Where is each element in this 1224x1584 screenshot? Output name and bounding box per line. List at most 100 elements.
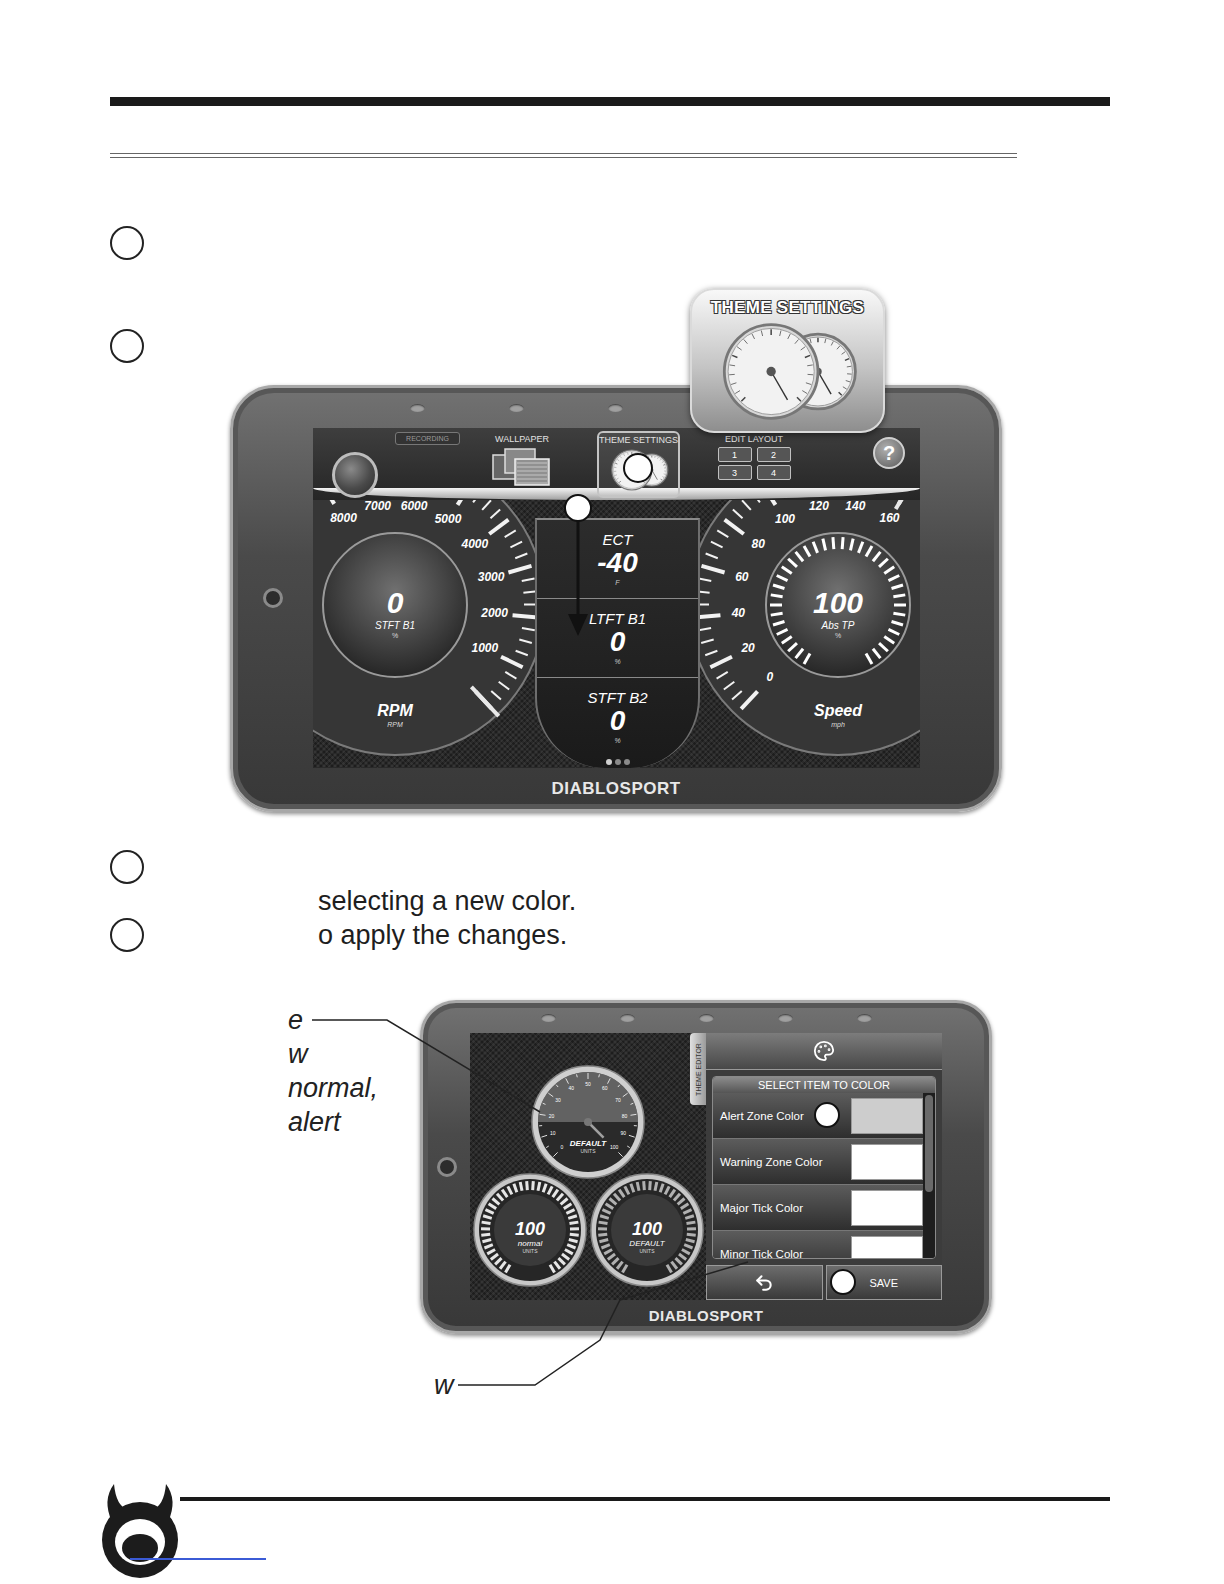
gauge-title-unit: RPM <box>387 721 403 728</box>
edit-layout-button[interactable]: EDIT LAYOUT1234 <box>714 434 794 480</box>
ring-segment <box>513 1184 516 1192</box>
save-button[interactable]: SAVE <box>826 1265 943 1300</box>
step-text: o apply the changes. <box>318 918 567 952</box>
swipe-arrow <box>577 521 580 620</box>
link-underline[interactable] <box>130 1558 266 1560</box>
ring-segment <box>630 1184 633 1192</box>
right-gauge: 020406080100120140160100Abs TP%Speedmph <box>700 500 920 768</box>
device-brand: DIABLOSPORT <box>233 768 999 809</box>
color-item-row[interactable]: Major Tick Color <box>713 1185 923 1231</box>
ring-segment <box>488 1204 496 1209</box>
back-button[interactable] <box>706 1265 823 1300</box>
ring-segment <box>788 559 797 567</box>
tick-mark <box>516 651 528 656</box>
bezel-dot <box>778 1014 793 1022</box>
scale-label: 40 <box>731 606 746 620</box>
layout-option[interactable]: 3 <box>718 465 752 480</box>
tick-mark <box>513 615 535 617</box>
tick-mark <box>700 615 720 617</box>
layout-option[interactable]: 4 <box>757 465 791 480</box>
ring-segment <box>655 1182 657 1191</box>
tick-mark <box>725 520 744 534</box>
color-item-row[interactable]: Minor Tick Color <box>713 1231 923 1258</box>
menu-button[interactable] <box>332 452 378 498</box>
ring-segment <box>777 575 788 580</box>
step-marker <box>565 495 591 521</box>
color-item-row[interactable]: Warning Zone Color <box>713 1139 923 1185</box>
ring-segment <box>884 567 894 574</box>
ring-segment <box>482 1240 491 1242</box>
color-swatch[interactable] <box>851 1236 923 1259</box>
color-swatch[interactable] <box>851 1098 923 1134</box>
ring-segment <box>850 539 853 551</box>
gauge-label: DEFAULT <box>629 1239 665 1248</box>
page-dots <box>537 756 698 768</box>
ring-segment <box>505 1265 510 1273</box>
ring-segment <box>563 1204 571 1209</box>
theme-editor-panel: THEME EDITORSELECT ITEM TO COLORAlert Zo… <box>706 1033 942 1300</box>
ring-segment <box>677 1199 684 1205</box>
layout-option[interactable]: 1 <box>718 447 752 462</box>
ring-segment <box>568 1240 577 1242</box>
color-item-row[interactable]: Alert Zone Color <box>713 1093 923 1139</box>
ring-gauge: 100normalUNITS <box>473 1173 587 1287</box>
help-button[interactable]: ? <box>873 437 905 469</box>
ring-segment <box>796 552 803 561</box>
gauge-needle <box>471 687 498 716</box>
device-figure: 0102030405060708090100DEFAULTUNITS100nor… <box>0 1000 1224 1400</box>
ring-segment <box>617 1262 623 1269</box>
ring-gauge: 100DEFAULTUNITS <box>590 1173 704 1287</box>
tick-mark <box>627 1146 630 1148</box>
ring-segment <box>678 1254 685 1259</box>
theme-editor-tab[interactable]: THEME EDITOR <box>690 1033 706 1105</box>
tick-mark <box>701 639 714 642</box>
ring-segment <box>538 1182 540 1191</box>
tick-mark <box>598 1074 600 1077</box>
side-button[interactable] <box>437 1157 457 1177</box>
tick-mark <box>705 651 717 656</box>
page-dot[interactable] <box>624 759 630 765</box>
scrollbar[interactable] <box>923 1093 935 1258</box>
ring-segment <box>487 1250 495 1254</box>
page-dot[interactable] <box>615 759 621 765</box>
center-readouts: ECT-40FLTFT B10%STFT B20% <box>535 518 700 768</box>
gauge-pid: Abs TP <box>821 620 855 631</box>
scale-label: 90 <box>620 1130 626 1136</box>
ring-segment <box>497 1194 503 1201</box>
ring-segment <box>481 1227 490 1230</box>
scale-label: 80 <box>622 1113 628 1119</box>
ring-segment <box>624 1186 628 1194</box>
ring-segment <box>866 546 872 556</box>
color-swatch[interactable] <box>851 1144 923 1180</box>
layout-option[interactable]: 2 <box>757 447 791 462</box>
tick-mark <box>717 672 728 679</box>
bezel-dot <box>509 404 524 412</box>
step-marker <box>831 1270 855 1294</box>
ring-segment <box>681 1250 689 1254</box>
scroll-thumb[interactable] <box>925 1095 933 1192</box>
ring-segment <box>642 1181 646 1190</box>
bezel-dot <box>410 404 425 412</box>
tick-mark <box>702 566 725 573</box>
gauge-title-unit: mph <box>831 721 845 729</box>
ring-segment <box>685 1240 694 1242</box>
ring-segment <box>823 539 826 551</box>
step: selecting a new color. <box>110 850 576 918</box>
side-button[interactable] <box>263 588 283 608</box>
ring-segment <box>481 1222 490 1223</box>
scale-label: 20 <box>740 641 755 655</box>
tick-mark <box>608 1078 611 1083</box>
page-dot[interactable] <box>606 759 612 765</box>
theme-settings-button[interactable]: THEME SETTINGS <box>597 431 680 498</box>
ring-segment <box>612 1258 618 1264</box>
ring-segment <box>866 653 872 663</box>
callout-text: w <box>434 1368 454 1402</box>
wallpaper-button[interactable]: WALLPAPER <box>487 434 557 487</box>
tick-mark <box>700 591 710 592</box>
ring-segment <box>892 622 903 626</box>
scale-label: 2000 <box>480 606 508 620</box>
ring-segment <box>483 1216 492 1219</box>
color-swatch[interactable] <box>851 1190 923 1226</box>
device-bezel: RECORDINGWALLPAPERTHEME SETTINGSEDIT LAY… <box>230 385 1002 812</box>
ring-segment <box>619 1190 624 1197</box>
